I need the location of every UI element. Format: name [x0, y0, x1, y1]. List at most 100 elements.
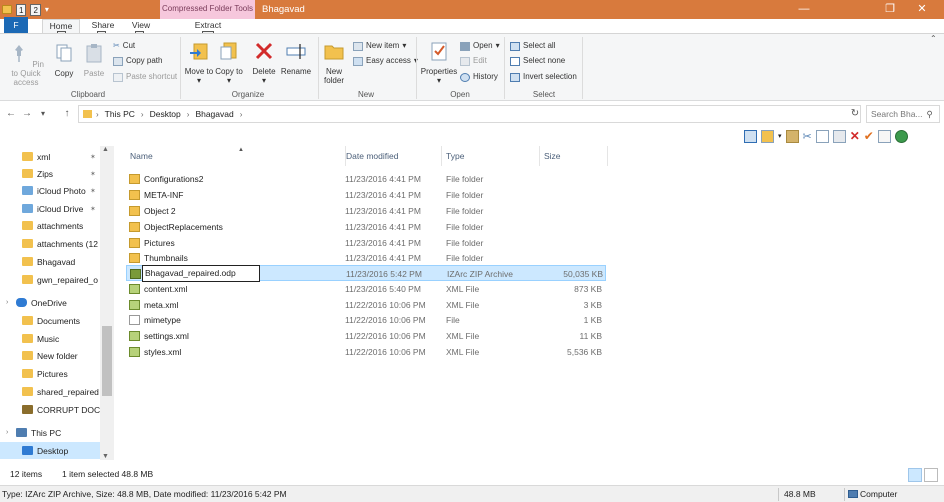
paste-icon[interactable] — [832, 129, 846, 143]
nav-item-xml[interactable]: xml ✶ — [0, 148, 114, 165]
ribbon: Pin to Quick access Copy Paste ✂ Cut Copy… — [0, 33, 944, 101]
desktop-icon — [22, 446, 33, 455]
delete-button[interactable]: Delete ▾ — [250, 40, 278, 85]
refresh-icon[interactable]: ↻ — [848, 105, 862, 123]
file-row[interactable]: content.xml 11/23/2016 5:40 PM XML File 873… — [126, 281, 606, 297]
easy-access-button[interactable]: Easy access▾ — [353, 55, 418, 67]
nav-item-bhagavad[interactable]: Bhagavad — [0, 253, 114, 270]
new-item-button[interactable]: New item ▾ — [353, 40, 406, 52]
nav-item-this-pc[interactable]: This PC › — [0, 424, 114, 441]
file-row[interactable]: ObjectReplacements 11/23/2016 4:41 PM File… — [126, 219, 606, 235]
globe-icon[interactable] — [894, 129, 908, 143]
nav-scrollbar[interactable]: ▲ ▼ — [100, 146, 114, 460]
file-type: XML File — [446, 284, 480, 294]
file-row[interactable]: settings.xml 11/22/2016 10:06 PM XML File 1… — [126, 328, 606, 344]
nav-item-gwn-repaired-o[interactable]: gwn_repaired_o — [0, 271, 114, 288]
copy-button[interactable]: Copy — [50, 42, 78, 78]
nav-item-documents[interactable]: Documents — [0, 312, 114, 329]
delete-icon[interactable]: ✕ — [850, 129, 860, 143]
file-row[interactable]: meta.xml 11/22/2016 10:06 PM XML File 3 KB — [126, 297, 606, 313]
new-folder-button[interactable]: New folder — [320, 40, 348, 85]
chevron-down-icon[interactable]: ▾ — [778, 132, 782, 140]
select-all-button[interactable]: Select all — [510, 40, 555, 52]
cut-button[interactable]: ✂ Cut — [113, 40, 135, 52]
contextual-tab-label: Compressed Folder Tools — [160, 0, 255, 19]
scissors-icon[interactable]: ✂ — [803, 130, 812, 143]
recent-locations-chevron-icon[interactable]: ▾ — [36, 104, 50, 124]
breadcrumb-desktop[interactable]: Desktop — [150, 109, 181, 119]
file-row[interactable]: Bhagavad_repaired.odp 11/23/2016 5:42 PM I… — [126, 265, 606, 282]
column-header-date[interactable]: Date modified — [342, 146, 442, 166]
copy-icon[interactable] — [815, 129, 829, 143]
history-button[interactable]: History — [460, 71, 498, 83]
file-row[interactable]: styles.xml 11/22/2016 10:06 PM XML File 5,5… — [126, 344, 606, 360]
move-to-button[interactable]: Move to ▾ — [184, 40, 214, 85]
file-row[interactable]: Thumbnails 11/23/2016 4:41 PM File folder — [126, 250, 606, 266]
minimize-button[interactable]: — — [782, 0, 826, 19]
paste-button[interactable]: Paste — [80, 42, 108, 78]
back-arrow-icon[interactable]: ← — [4, 104, 18, 124]
preview-pane-icon[interactable] — [744, 129, 757, 143]
properties-button[interactable]: Properties ▾ — [420, 40, 458, 85]
paste-shortcut-button[interactable]: Paste shortcut — [113, 71, 177, 83]
file-row[interactable]: mimetype 11/22/2016 10:06 PM File 1 KB — [126, 312, 606, 328]
tab-file[interactable]: F — [4, 17, 28, 33]
mail-icon[interactable] — [877, 129, 891, 143]
rename-icon — [286, 44, 306, 59]
forward-arrow-icon[interactable]: → — [20, 104, 34, 124]
nav-item-zips[interactable]: Zips ✶ — [0, 165, 114, 182]
search-input[interactable]: Search Bha... ⚲ — [866, 105, 940, 123]
details-view-icon[interactable] — [908, 468, 922, 482]
folder-up-icon[interactable] — [785, 129, 799, 143]
pin-label: Pin to Quick access — [11, 60, 44, 87]
edit-button[interactable]: Edit — [460, 55, 487, 67]
breadcrumb-bhagavad[interactable]: Bhagavad — [195, 109, 233, 119]
file-row[interactable]: META-INF 11/23/2016 4:41 PM File folder — [126, 187, 606, 203]
move-to-icon — [190, 43, 208, 60]
breadcrumb-this-pc[interactable]: This PC — [105, 109, 135, 119]
checkmark-icon[interactable]: ✔ — [864, 129, 874, 143]
select-none-button[interactable]: Select none — [510, 55, 565, 67]
nav-item-icloud-photo[interactable]: iCloud Photo ✶ — [0, 182, 114, 199]
copy-path-button[interactable]: Copy path — [113, 55, 162, 67]
column-header-type[interactable]: Type — [442, 146, 540, 166]
rename-input[interactable]: Bhagavad_repaired.odp — [142, 265, 260, 282]
scroll-up-icon[interactable]: ▲ — [102, 146, 109, 153]
file-name: Configurations2 — [144, 174, 204, 184]
file-size — [540, 171, 602, 187]
nav-scrollbar-thumb[interactable] — [102, 326, 112, 396]
rename-button[interactable]: Rename — [280, 40, 312, 76]
nav-item-corrupt-doc[interactable]: CORRUPT DOC — [0, 401, 114, 418]
address-field[interactable]: › This PC › Desktop › Bhagavad › — [78, 105, 861, 123]
copy-to-button[interactable]: Copy to ▾ — [214, 40, 244, 85]
nav-item-desktop[interactable]: Desktop — [0, 442, 114, 459]
layout-icon[interactable] — [761, 129, 774, 143]
nav-item-shared-repaired[interactable]: shared_repaired — [0, 383, 114, 400]
nav-item-attachments-12[interactable]: attachments (12 — [0, 235, 114, 252]
pin-to-quick-access-button[interactable]: Pin to Quick access — [4, 42, 48, 87]
nav-item-music[interactable]: Music — [0, 330, 114, 347]
nav-item-attachments[interactable]: attachments — [0, 217, 114, 234]
nav-item-pictures[interactable]: Pictures — [0, 365, 114, 382]
file-row[interactable]: Configurations2 11/23/2016 4:41 PM File fo… — [126, 171, 606, 187]
nav-item-new-folder[interactable]: New folder — [0, 347, 114, 364]
large-icons-view-icon[interactable] — [924, 468, 938, 482]
chevron-up-icon[interactable]: ⌃ — [930, 34, 937, 43]
column-header-size[interactable]: Size — [540, 146, 608, 166]
expand-chevron-icon[interactable]: › — [6, 429, 8, 436]
open-button[interactable]: Open ▾ — [460, 40, 500, 52]
nav-item-label: Pictures — [37, 368, 68, 379]
folder-icon[interactable] — [2, 5, 12, 14]
invert-selection-button[interactable]: Invert selection — [510, 71, 577, 83]
close-button[interactable]: ✕ — [900, 0, 944, 19]
chevron-down-icon[interactable]: ▾ — [45, 5, 49, 14]
expand-chevron-icon[interactable]: › — [6, 299, 8, 306]
open-label: Open — [473, 41, 493, 50]
nav-item-onedrive[interactable]: OneDrive › — [0, 294, 114, 311]
scroll-down-icon[interactable]: ▼ — [102, 453, 109, 460]
file-row[interactable]: Pictures 11/23/2016 4:41 PM File folder — [126, 235, 606, 251]
up-arrow-icon[interactable]: ↑ — [60, 104, 74, 124]
file-row[interactable]: Object 2 11/23/2016 4:41 PM File folder — [126, 203, 606, 219]
nav-item-icloud-drive[interactable]: iCloud Drive ✶ — [0, 200, 114, 217]
column-header-name[interactable]: Name ▲ — [126, 146, 346, 166]
